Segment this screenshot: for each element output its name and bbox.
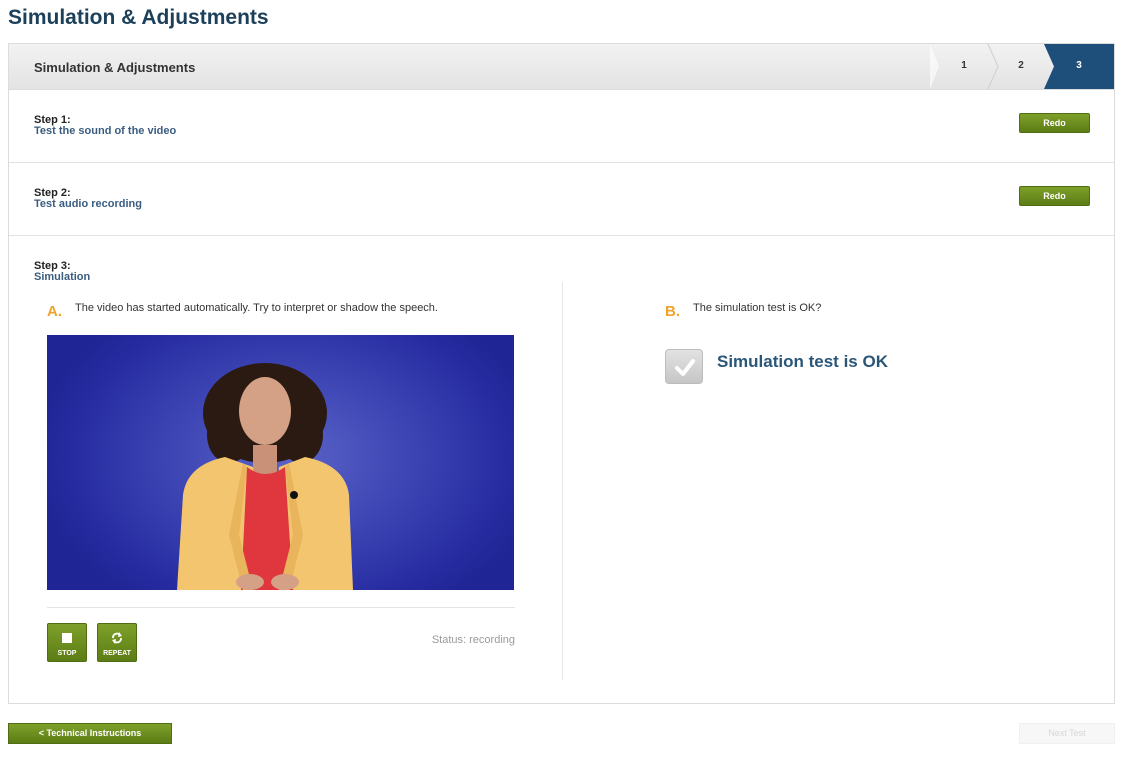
repeat-button-label: REPEAT [103, 650, 131, 657]
stop-icon [62, 633, 72, 643]
step-indicator: 1 2 3 [930, 44, 1114, 89]
simulation-ok-checkbox[interactable] [665, 349, 703, 384]
step-chevron-edge [930, 44, 939, 89]
step-row-2: Step 2: Test audio recording Redo [9, 163, 1114, 236]
step-chevron-divider-1 [987, 44, 999, 89]
step-3-description: Simulation [34, 271, 91, 283]
step-number-2: 2 [1018, 60, 1024, 71]
step-2-description: Test audio recording [34, 198, 142, 210]
step-row-1: Step 1: Test the sound of the video Redo [9, 90, 1114, 163]
section-a-letter: A. [47, 303, 62, 320]
section-a-instruction: The video has started automatically. Try… [75, 302, 438, 314]
repeat-button[interactable]: REPEAT [97, 623, 137, 662]
speaker-face [239, 377, 291, 445]
header-title: Simulation & Adjustments [34, 60, 196, 75]
video-player[interactable] [47, 335, 514, 590]
stop-button[interactable]: STOP [47, 623, 87, 662]
column-divider [562, 282, 563, 680]
checkmark-icon [675, 359, 695, 376]
step-1-redo-button[interactable]: Redo [1019, 113, 1090, 133]
repeat-icon [112, 632, 122, 644]
step-1-description: Test the sound of the video [34, 125, 177, 137]
step-number-1: 1 [961, 60, 967, 71]
section-b-question: The simulation test is OK? [693, 302, 822, 314]
step-number-3: 3 [1076, 60, 1082, 71]
progress-header: Simulation & Adjustments 1 2 3 [8, 43, 1115, 89]
page-title: Simulation & Adjustments [8, 6, 269, 29]
recording-status: Status: recording [431, 634, 515, 646]
stop-button-label: STOP [57, 650, 77, 657]
steps-panel: Step 1: Test the sound of the video Redo… [8, 89, 1115, 704]
step-2-redo-button[interactable]: Redo [1019, 186, 1090, 206]
simulation-ok-label[interactable]: Simulation test is OK [717, 352, 888, 372]
controls-divider [47, 607, 515, 608]
speaker-video-frame [177, 363, 353, 590]
section-b-letter: B. [665, 303, 680, 320]
next-test-button[interactable]: Next Test [1019, 723, 1115, 744]
technical-instructions-button[interactable]: < Technical Instructions [8, 723, 172, 744]
